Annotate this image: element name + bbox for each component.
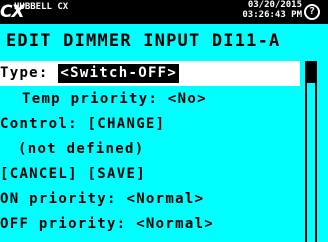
date-readout: 03/20/2015 xyxy=(247,0,302,10)
screen: CX HUBBELL CX 03/20/2015 03:26:43 PM ? E… xyxy=(0,0,328,242)
header-bar: CX HUBBELL CX 03/20/2015 03:26:43 PM ? xyxy=(0,0,328,24)
type-label: Type: xyxy=(0,65,49,81)
help-icon[interactable]: ? xyxy=(304,4,320,20)
brand-label: HUBBELL CX xyxy=(14,2,69,12)
scrollbar-thumb[interactable] xyxy=(307,61,315,83)
page-title: EDIT DIMMER INPUT DI11-A xyxy=(0,24,328,58)
type-selector-row[interactable]: Type: <Switch-OFF> xyxy=(0,61,300,86)
off-priority-row[interactable]: OFF priority: <Normal> xyxy=(0,211,300,237)
on-priority-row[interactable]: ON priority: <Normal> xyxy=(0,186,300,212)
not-defined-label: (not defined) xyxy=(18,141,145,157)
control-change-row[interactable]: Control: [CHANGE] xyxy=(0,111,300,137)
type-value-selector[interactable]: <Switch-OFF> xyxy=(58,64,180,83)
scrollbar-track xyxy=(309,83,313,242)
vertical-scrollbar[interactable] xyxy=(305,61,317,242)
temp-priority-row[interactable]: Temp priority: <No> xyxy=(0,86,322,112)
time-readout: 03:26:43 PM xyxy=(242,10,302,20)
cancel-save-row[interactable]: [CANCEL] [SAVE] xyxy=(0,161,300,187)
